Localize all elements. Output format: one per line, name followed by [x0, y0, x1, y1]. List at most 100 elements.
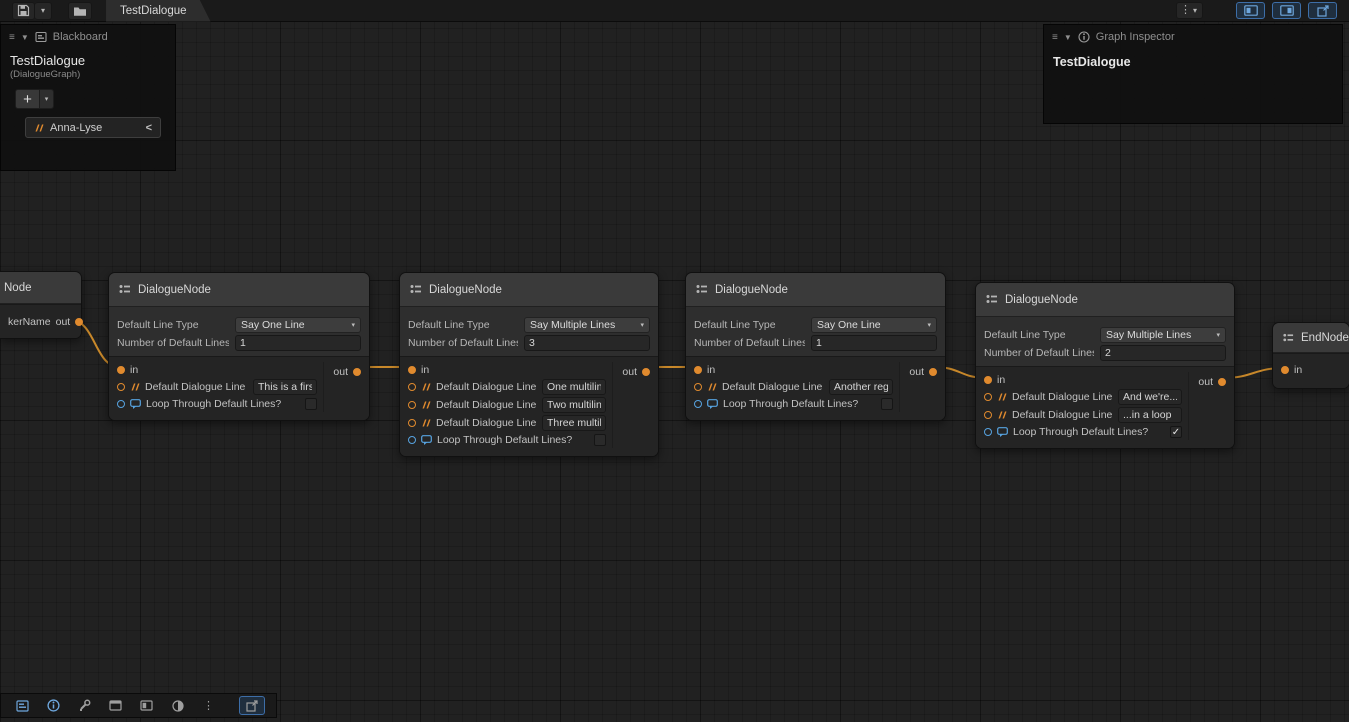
add-property-dropdown-button[interactable]: ▾ [40, 89, 54, 109]
loop-checkbox[interactable]: ✓ [1170, 426, 1182, 438]
loop-icon [130, 399, 141, 410]
in-port[interactable] [117, 366, 125, 374]
out-port-label: out [909, 366, 924, 378]
dialogue-line-field[interactable] [1118, 389, 1182, 405]
info-icon [1078, 31, 1090, 43]
collapse-arrow-icon[interactable]: ▼ [21, 33, 29, 42]
loop-port[interactable] [117, 400, 125, 408]
dialogue-line-port[interactable] [694, 383, 702, 391]
num-lines-field[interactable] [1100, 345, 1226, 361]
dialogue-line-field[interactable] [542, 397, 606, 413]
num-lines-field[interactable] [235, 335, 361, 351]
out-port[interactable] [1218, 378, 1226, 386]
node-title-bar[interactable]: DialogueNode [686, 273, 945, 307]
collapse-arrow-icon[interactable]: ▼ [1064, 33, 1072, 42]
dialogue-line-label: Default Dialogue Line 3 [436, 417, 537, 429]
dialogue-line-port[interactable] [408, 383, 416, 391]
line-type-dropdown[interactable]: Say Multiple Lines ▾ [1100, 327, 1226, 343]
dropdown-arrow-icon: ▾ [45, 95, 49, 103]
node-title-bar[interactable]: DialogueNode [109, 273, 369, 307]
field-expand-icon[interactable]: < [146, 122, 152, 134]
open-asset-button[interactable] [68, 2, 92, 20]
bottom-inspector-button[interactable] [38, 696, 69, 715]
end-node[interactable]: EndNode in [1272, 322, 1349, 389]
dialogue-node-icon [409, 283, 422, 296]
save-button[interactable] [12, 2, 35, 20]
quote-icon [997, 392, 1007, 402]
dialogue-line-field[interactable] [542, 379, 606, 395]
node-ports: in [1273, 353, 1349, 388]
save-dropdown-button[interactable]: ▾ [35, 2, 52, 20]
in-port-label: in [421, 364, 606, 376]
blackboard-graph-type: (DialogueGraph) [1, 68, 175, 80]
loop-port[interactable] [984, 428, 992, 436]
in-port[interactable] [408, 366, 416, 374]
popout-icon [246, 700, 258, 712]
graph-inspector-header[interactable]: ≡ ▼ Graph Inspector [1044, 25, 1342, 49]
dialogue-line-field[interactable] [829, 379, 893, 395]
dialogue-node-4[interactable]: DialogueNode Default Line Type Say Multi… [975, 282, 1235, 449]
bottom-popout-button[interactable] [239, 696, 265, 715]
num-lines-field[interactable] [524, 335, 650, 351]
loop-checkbox[interactable] [305, 398, 317, 410]
hamburger-icon[interactable]: ≡ [9, 32, 15, 43]
start-node-title-bar[interactable]: Node [0, 272, 81, 304]
bottom-board-button[interactable] [131, 696, 162, 715]
dialogue-node-1[interactable]: DialogueNode Default Line Type Say One L… [108, 272, 370, 421]
out-port[interactable] [929, 368, 937, 376]
bottom-blackboard-button[interactable] [7, 696, 38, 715]
dialogue-line-port[interactable] [408, 419, 416, 427]
in-port[interactable] [984, 376, 992, 384]
line-type-dropdown[interactable]: Say One Line ▾ [811, 317, 937, 333]
inspector-toggle-button[interactable] [1272, 2, 1301, 19]
dialogue-line-port[interactable] [984, 393, 992, 401]
dialogue-node-3[interactable]: DialogueNode Default Line Type Say One L… [685, 272, 946, 421]
folder-icon [73, 5, 87, 17]
blackboard-icon [35, 31, 47, 43]
start-node[interactable]: Node kerName out [0, 271, 82, 339]
dialogue-line-field[interactable] [1118, 407, 1182, 423]
loop-port[interactable] [694, 400, 702, 408]
graph-tab[interactable]: TestDialogue [106, 0, 210, 22]
dialogue-line-port[interactable] [408, 401, 416, 409]
dropdown-arrow-icon: ▾ [640, 321, 644, 329]
line-type-dropdown[interactable]: Say Multiple Lines ▾ [524, 317, 650, 333]
out-port[interactable] [642, 368, 650, 376]
inspector-panel-icon [1280, 5, 1294, 16]
in-port[interactable] [1281, 366, 1289, 374]
line-type-dropdown[interactable]: Say One Line ▾ [235, 317, 361, 333]
out-port-label: out [56, 316, 71, 328]
half-circle-icon [172, 700, 184, 712]
bottom-contrast-button[interactable] [162, 696, 193, 715]
dialogue-line-port[interactable] [984, 411, 992, 419]
dialogue-line-field[interactable] [253, 379, 317, 395]
dialogue-line-field[interactable] [542, 415, 606, 431]
blackboard-toggle-button[interactable] [1236, 2, 1265, 19]
dialogue-line-label: Default Dialogue Line [145, 381, 248, 393]
more-options-button[interactable]: ⋮ ▾ [1176, 2, 1203, 19]
bottom-tools-button[interactable] [69, 696, 100, 715]
node-title-bar[interactable]: DialogueNode [976, 283, 1234, 317]
node-title: DialogueNode [1005, 294, 1078, 306]
popout-toggle-button[interactable] [1308, 2, 1337, 19]
add-property-button[interactable]: + [15, 89, 40, 109]
out-port[interactable] [353, 368, 361, 376]
in-port-label: in [1294, 364, 1343, 376]
in-port[interactable] [694, 366, 702, 374]
dialogue-node-2[interactable]: DialogueNode Default Line Type Say Multi… [399, 272, 659, 457]
node-title-bar[interactable]: EndNode [1273, 323, 1349, 353]
loop-port[interactable] [408, 436, 416, 444]
hamburger-icon[interactable]: ≡ [1052, 32, 1058, 43]
loop-checkbox[interactable] [594, 434, 606, 446]
bottom-window-button[interactable] [100, 696, 131, 715]
loop-checkbox[interactable] [881, 398, 893, 410]
dropdown-arrow-icon: ▾ [1191, 6, 1199, 15]
num-lines-field[interactable] [811, 335, 937, 351]
bottom-more-button[interactable]: ⋮ [193, 696, 224, 715]
blackboard-icon [16, 700, 29, 712]
dialogue-line-port[interactable] [117, 383, 125, 391]
node-title-bar[interactable]: DialogueNode [400, 273, 658, 307]
blackboard-header[interactable]: ≡ ▼ Blackboard [1, 25, 175, 49]
blackboard-field-anna-lyse[interactable]: Anna-Lyse < [25, 117, 161, 138]
node-title: DialogueNode [715, 284, 788, 296]
